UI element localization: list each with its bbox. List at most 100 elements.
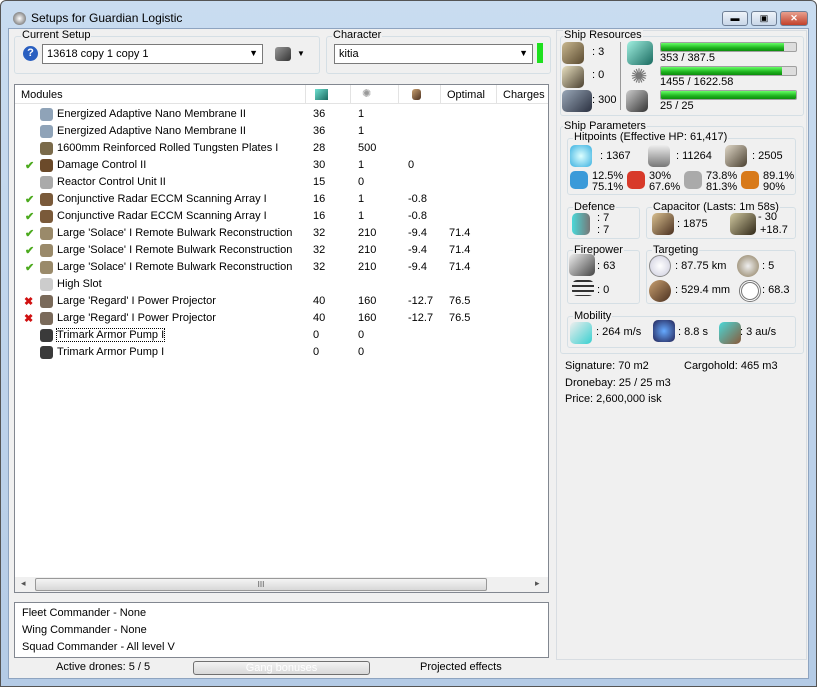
table-row[interactable]: ✔ Large 'Solace' I Remote Bulwark Reconst… [15, 242, 548, 259]
minimize-button[interactable]: ▬ [722, 11, 748, 26]
powergrid-icon: ✺ [630, 66, 648, 88]
modules-table: Modules ✺ Optimal Charges Energized Adap… [14, 84, 549, 593]
wing-commander: Wing Commander - None [22, 624, 147, 636]
table-row[interactable]: ✔ Large 'Solace' I Remote Bulwark Reconst… [15, 259, 548, 276]
module-powergrid: 210 [358, 244, 377, 256]
column-optimal[interactable]: Optimal [441, 85, 497, 104]
maximize-button[interactable]: ▣ [751, 11, 777, 26]
table-row[interactable]: Trimark Armor Pump I 0 0 [15, 327, 548, 344]
table-row[interactable]: ✔ Conjunctive Radar ECCM Scanning Array I… [15, 208, 548, 225]
resist-value-alt: 90% [763, 181, 786, 193]
resist-icon [741, 171, 759, 189]
module-icon [40, 312, 53, 325]
column-modules[interactable]: Modules [15, 85, 306, 104]
active-check-icon[interactable]: ✔ [25, 244, 34, 257]
close-button[interactable]: ✕ [780, 11, 808, 26]
divider [620, 42, 621, 110]
help-icon[interactable]: ? [23, 46, 38, 61]
active-check-icon[interactable]: ✔ [25, 159, 34, 172]
horizontal-scrollbar[interactable]: ◂ III ▸ [15, 577, 548, 592]
scroll-thumb[interactable]: III [35, 578, 487, 591]
armor-icon [648, 145, 670, 167]
module-capacitor: -9.4 [408, 244, 427, 256]
signature: Signature: 70 m2 [565, 360, 649, 372]
missile-dps-icon [572, 280, 594, 296]
drone-bandwidth-icon [626, 90, 648, 112]
scroll-right-arrow[interactable]: ▸ [535, 578, 540, 589]
module-name: 1600mm Reinforced Rolled Tungsten Plates… [57, 142, 279, 154]
offline-cross-icon[interactable]: ✖ [24, 295, 33, 308]
gang-bonuses-button[interactable]: Gang bonuses [193, 661, 370, 675]
sensor-strength-icon [739, 280, 761, 302]
module-optimal: 71.4 [449, 244, 471, 256]
table-row[interactable]: ✖ Large 'Regard' I Power Projector 40 160 -1… [15, 310, 548, 327]
app-icon [13, 12, 26, 25]
mobility-label: Mobility [573, 310, 613, 322]
module-capacitor: -9.4 [408, 227, 427, 239]
column-capacitor[interactable] [399, 85, 441, 104]
squad-commander: Squad Commander - All level V [22, 641, 175, 653]
module-cpu: 36 [313, 125, 326, 137]
module-powergrid: 160 [358, 312, 377, 324]
resist-icon [570, 171, 588, 189]
module-capacitor: -12.7 [408, 312, 434, 324]
table-row[interactable]: Trimark Armor Pump I 0 0 [15, 344, 548, 361]
table-row[interactable]: Energized Adaptive Nano Membrane II 36 1 [15, 123, 548, 140]
turret-count: : 3 [592, 46, 605, 58]
drone-bandwidth-bar-fill [661, 91, 796, 99]
module-icon [40, 295, 53, 308]
module-capacitor: 0 [408, 159, 415, 171]
table-row[interactable]: 1600mm Reinforced Rolled Tungsten Plates… [15, 140, 548, 157]
powergrid-icon: ✺ [362, 88, 372, 100]
column-cpu[interactable] [306, 85, 351, 104]
active-check-icon[interactable]: ✔ [25, 193, 34, 206]
active-check-icon[interactable]: ✔ [25, 210, 34, 223]
capacitor-icon [652, 213, 674, 235]
price: Price: 2,600,000 isk [565, 393, 662, 405]
table-row[interactable]: ✔ Damage Control II 30 1 0 [15, 157, 548, 174]
module-cpu: 40 [313, 295, 326, 307]
scroll-left-arrow[interactable]: ◂ [21, 578, 26, 589]
ship-menu-icon[interactable] [275, 47, 291, 61]
module-powergrid: 1 [358, 159, 365, 171]
table-row[interactable]: ✖ Large 'Regard' I Power Projector 40 160 -1… [15, 293, 548, 310]
module-cpu: 32 [313, 227, 326, 239]
module-name: High Slot [57, 278, 102, 290]
module-powergrid: 0 [358, 346, 365, 358]
module-name: Large 'Solace' I Remote Bulwark Reconstr… [57, 261, 293, 273]
table-row[interactable]: Energized Adaptive Nano Membrane II 36 1 [15, 106, 548, 123]
module-cpu: 16 [313, 210, 326, 222]
module-icon [40, 210, 53, 223]
active-check-icon[interactable]: ✔ [25, 227, 34, 240]
module-cpu: 16 [313, 193, 326, 205]
table-row[interactable]: High Slot [15, 276, 548, 293]
targeting-range: : 87.75 km [675, 260, 727, 272]
column-powergrid[interactable]: ✺ [351, 85, 399, 104]
table-row[interactable]: ✔ Large 'Solace' I Remote Bulwark Reconst… [15, 225, 548, 242]
cpu-bar-fill [661, 43, 784, 51]
volley-value: : 0 [597, 284, 610, 296]
table-row[interactable]: Reactor Control Unit II 15 0 [15, 174, 548, 191]
structure-icon [725, 145, 747, 167]
column-charges[interactable]: Charges [497, 85, 548, 104]
module-powergrid: 1 [358, 193, 365, 205]
module-powergrid: 0 [358, 329, 365, 341]
table-header: Modules ✺ Optimal Charges [15, 85, 548, 104]
active-check-icon[interactable]: ✔ [25, 261, 34, 274]
turret-hardpoint-icon [562, 42, 584, 64]
module-icon [40, 346, 53, 359]
projected-effects-link[interactable]: Projected effects [420, 661, 502, 673]
chevron-down-icon[interactable]: ▼ [297, 49, 305, 58]
module-capacitor: -9.4 [408, 261, 427, 273]
module-icon [40, 261, 53, 274]
max-velocity: : 264 m/s [596, 326, 642, 338]
module-powergrid: 210 [358, 261, 377, 273]
chevron-down-icon: ▼ [249, 48, 258, 58]
module-cpu: 15 [313, 176, 326, 188]
setup-dropdown[interactable]: 13618 copy 1 copy 1 ▼ [42, 44, 263, 64]
table-row[interactable]: ✔ Conjunctive Radar ECCM Scanning Array I… [15, 191, 548, 208]
module-name: Energized Adaptive Nano Membrane II [57, 125, 246, 137]
module-icon [40, 227, 53, 240]
offline-cross-icon[interactable]: ✖ [24, 312, 33, 325]
character-dropdown[interactable]: kitia ▼ [334, 44, 533, 64]
